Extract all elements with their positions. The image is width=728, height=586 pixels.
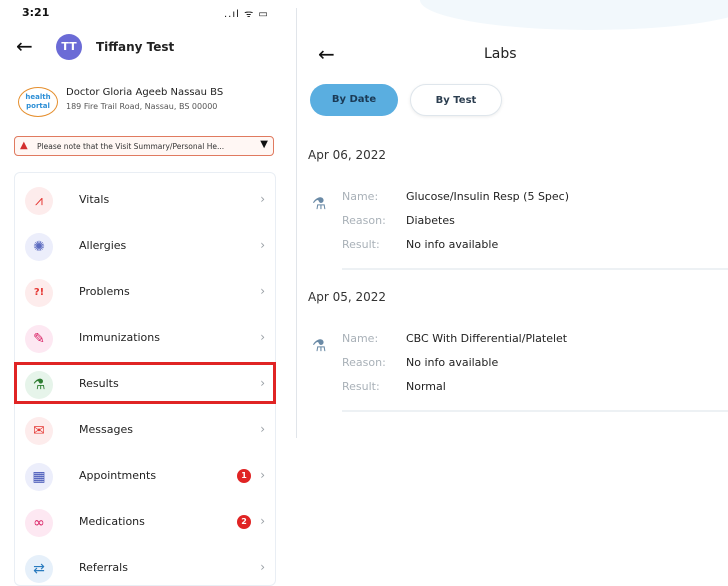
lab-name-row: Name: CBC With Differential/Platelet	[342, 332, 567, 345]
app-root: 3:21 ..ıl ᯤ ▭ ← TT Tiffany Test health p…	[0, 0, 728, 586]
lab-name-row: Name: Glucose/Insulin Resp (5 Spec)	[342, 190, 569, 203]
menu-item-problems[interactable]: ?! Problems ›	[15, 271, 277, 315]
allergy-icon: ✺	[25, 233, 53, 261]
doctor-card[interactable]: health portal Doctor Gloria Ageeb Nassau…	[0, 78, 288, 128]
pill-icon: ∞	[25, 509, 53, 537]
header-decoration	[420, 0, 728, 30]
chevron-right-icon: ›	[260, 468, 265, 482]
menu-item-label: Appointments	[79, 469, 157, 482]
reason-label: Reason:	[342, 356, 386, 369]
lab-result-row: Result: No info available	[342, 238, 498, 251]
name-label: Name:	[342, 332, 379, 345]
menu-item-allergies[interactable]: ✺ Allergies ›	[15, 225, 277, 269]
menu-item-label: Immunizations	[79, 331, 160, 344]
lab-result-card[interactable]: ⚗ Name: Glucose/Insulin Resp (5 Spec) Rea…	[312, 184, 728, 270]
result-label: Result:	[342, 380, 380, 393]
lab-reason: Diabetes	[406, 214, 455, 227]
heartbeat-icon: ⩘	[25, 187, 53, 215]
menu-item-label: Medications	[79, 515, 145, 528]
health-portal-logo: health portal	[18, 87, 58, 117]
back-arrow-icon[interactable]: ←	[16, 34, 33, 58]
flask-icon: ⚗	[312, 336, 327, 355]
lab-reason-row: Reason: No info available	[342, 356, 498, 369]
lab-result-row: Result: Normal	[342, 380, 446, 393]
warning-icon: ▲	[20, 140, 28, 151]
app-header: ← TT Tiffany Test	[0, 26, 288, 68]
menu-item-label: Problems	[79, 285, 130, 298]
menu-item-label: Referrals	[79, 561, 128, 574]
calendar-icon: ▦	[25, 463, 53, 491]
lab-name: CBC With Differential/Platelet	[406, 332, 568, 345]
referral-icon: ⇄	[25, 555, 53, 583]
menu-item-appointments[interactable]: ▦ Appointments 1 ›	[15, 455, 277, 499]
chevron-right-icon: ›	[260, 560, 265, 574]
notification-badge: 1	[237, 469, 251, 483]
notice-text: Please note that the Visit Summary/Perso…	[37, 142, 225, 151]
chevron-right-icon: ›	[260, 330, 265, 344]
avatar[interactable]: TT	[56, 34, 82, 60]
status-time: 3:21	[22, 6, 50, 19]
signal-wifi-battery-icon: ..ıl ᯤ ▭	[224, 9, 269, 20]
result-label: Result:	[342, 238, 380, 251]
chevron-down-icon[interactable]: ▼	[260, 139, 268, 150]
results-highlight-box	[14, 362, 276, 404]
patient-name: Tiffany Test	[96, 40, 175, 54]
menu-screen: 3:21 ..ıl ᯤ ▭ ← TT Tiffany Test health p…	[0, 0, 288, 586]
menu-item-label: Messages	[79, 423, 133, 436]
doctor-address: 189 Fire Trail Road, Nassau, BS 00000	[66, 102, 218, 111]
problems-icon: ?!	[25, 279, 53, 307]
menu-item-label: Vitals	[79, 193, 110, 206]
flask-icon: ⚗	[312, 194, 327, 213]
tab-by-test[interactable]: By Test	[410, 84, 502, 116]
menu-item-vitals[interactable]: ⩘ Vitals ›	[15, 179, 277, 223]
page-title: Labs	[484, 46, 517, 62]
back-arrow-icon[interactable]: ←	[318, 42, 335, 66]
doctor-name: Doctor Gloria Ageeb Nassau BS	[66, 87, 224, 98]
chevron-right-icon: ›	[260, 514, 265, 528]
chevron-right-icon: ›	[260, 284, 265, 298]
chevron-right-icon: ›	[260, 422, 265, 436]
lab-name: Glucose/Insulin Resp (5 Spec)	[406, 190, 570, 203]
lab-result: Normal	[406, 380, 446, 393]
menu-item-medications[interactable]: ∞ Medications 2 ›	[15, 501, 277, 545]
menu-item-messages[interactable]: ✉ Messages ›	[15, 409, 277, 453]
notification-badge: 2	[237, 515, 251, 529]
lab-result-card[interactable]: ⚗ Name: CBC With Differential/Platelet Re…	[312, 326, 728, 412]
panel-divider	[296, 8, 297, 438]
lab-result: No info available	[406, 238, 499, 251]
date-heading: Apr 05, 2022	[308, 290, 387, 304]
chevron-right-icon: ›	[260, 192, 265, 206]
lab-reason: No info available	[406, 356, 499, 369]
name-label: Name:	[342, 190, 379, 203]
envelope-icon: ✉	[25, 417, 53, 445]
labs-screen: ← Labs By Date By Test Apr 06, 2022 ⚗ Na…	[300, 0, 728, 586]
menu-item-referrals[interactable]: ⇄ Referrals ›	[15, 547, 277, 586]
chevron-right-icon: ›	[260, 238, 265, 252]
status-bar: 3:21 ..ıl ᯤ ▭	[0, 0, 288, 26]
menu-item-immunizations[interactable]: ✎ Immunizations ›	[15, 317, 277, 361]
notice-banner[interactable]: ▲ Please note that the Visit Summary/Per…	[14, 136, 274, 156]
date-heading: Apr 06, 2022	[308, 148, 387, 162]
syringe-icon: ✎	[25, 325, 53, 353]
reason-label: Reason:	[342, 214, 386, 227]
lab-reason-row: Reason: Diabetes	[342, 214, 455, 227]
tab-by-date[interactable]: By Date	[310, 84, 398, 116]
menu-item-label: Allergies	[79, 239, 127, 252]
